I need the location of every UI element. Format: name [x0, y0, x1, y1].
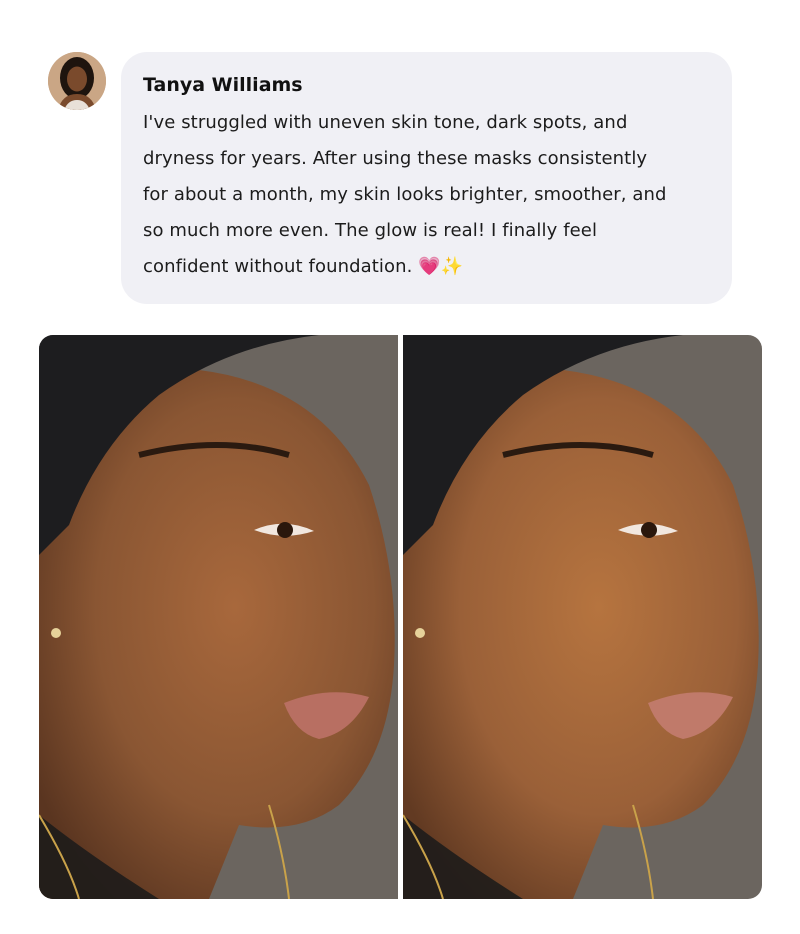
face-photo-before-icon	[39, 335, 398, 899]
sparkles-emoji-icon: ✨	[440, 256, 464, 277]
testimonial-line: dryness for years. After using these mas…	[143, 148, 648, 169]
testimonial-line: confident without foundation. 💗✨	[143, 249, 708, 285]
heart-emoji-icon: 💗	[418, 256, 441, 277]
before-after-gallery	[39, 335, 762, 899]
person-portrait-icon	[48, 52, 106, 110]
avatar[interactable]	[48, 52, 106, 110]
testimonial-bubble: Tanya Williams I've struggled with uneve…	[121, 52, 732, 304]
testimonial-line-text: confident without foundation.	[143, 256, 413, 277]
testimonial-line: so much more even. The glow is real! I f…	[143, 220, 598, 241]
after-photo[interactable]	[403, 335, 762, 899]
testimonial-text: I've struggled with uneven skin tone, da…	[143, 105, 708, 285]
face-photo-after-icon	[403, 335, 762, 899]
author-name: Tanya Williams	[143, 74, 303, 96]
testimonial-line: for about a month, my skin looks brighte…	[143, 184, 667, 205]
before-photo[interactable]	[39, 335, 398, 899]
testimonial-line: I've struggled with uneven skin tone, da…	[143, 112, 628, 133]
